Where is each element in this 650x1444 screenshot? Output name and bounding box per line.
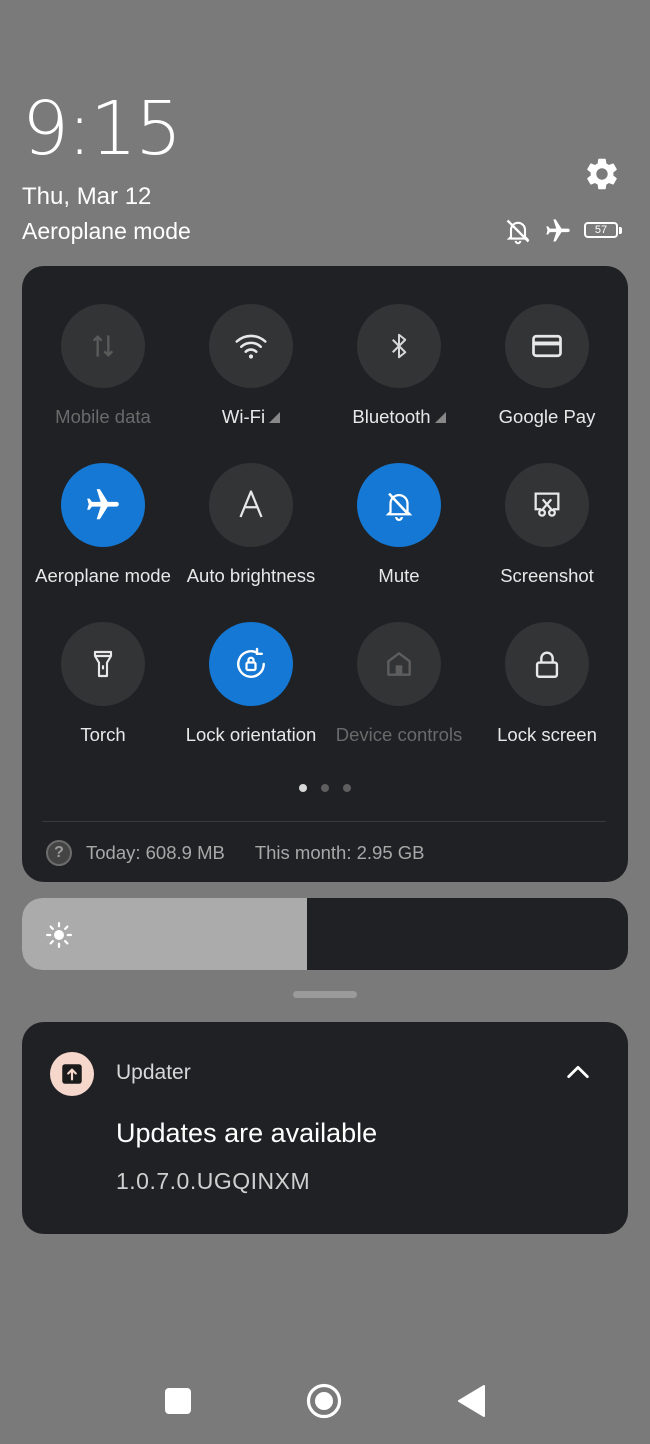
notification-title: Updates are available (116, 1118, 378, 1148)
quick-settings-panel: Mobile data Wi-Fi Bluetooth Google Pay A… (22, 266, 628, 882)
chevron-up-icon[interactable] (562, 1058, 594, 1086)
tile-label: Auto brightness (186, 565, 316, 586)
divider (42, 821, 606, 822)
battery-level: 57 (584, 222, 618, 238)
tile-label: Device controls (335, 724, 463, 745)
tile-label: Mute (378, 565, 420, 586)
bluetooth-icon (357, 304, 441, 388)
airplane-icon (546, 219, 570, 242)
tile-label: Screenshot (500, 565, 594, 586)
notification-app-name: Updater (116, 1061, 191, 1084)
tile-torch[interactable]: Torch (28, 622, 178, 752)
torch-icon (61, 622, 145, 706)
tile-screenshot[interactable]: Screenshot (472, 463, 622, 593)
home-icon (357, 622, 441, 706)
card-icon (505, 304, 589, 388)
mobile-data-icon (61, 304, 145, 388)
updater-app-icon (50, 1052, 94, 1096)
tile-bluetooth[interactable]: Bluetooth (324, 304, 474, 434)
tile-device-controls[interactable]: Device controls (324, 622, 474, 752)
mute-icon (506, 219, 530, 245)
tile-aeroplane-mode[interactable]: Aeroplane mode (28, 463, 178, 593)
rotation-lock-icon (209, 622, 293, 706)
airplane-icon (61, 463, 145, 547)
signal-indicator-icon (269, 412, 281, 423)
data-usage-month: This month: 2.95 GB (254, 842, 425, 863)
tile-mobile-data[interactable]: Mobile data (28, 304, 178, 434)
notification-text: 1.0.7.0.UGQINXM (116, 1168, 311, 1194)
tile-label: Lock screen (497, 724, 597, 745)
clock[interactable]: 9:15 (22, 92, 182, 166)
battery-icon: 57 (584, 222, 624, 240)
tile-label: Mobile data (55, 406, 151, 427)
page-dot-active (299, 784, 307, 792)
help-icon: ? (46, 840, 72, 866)
tile-auto-brightness[interactable]: Auto brightness (176, 463, 326, 593)
notification-card[interactable]: Updater Updates are available 1.0.7.0.UG… (22, 1022, 628, 1234)
brightness-slider[interactable] (22, 898, 628, 970)
data-usage-row[interactable]: ? Today: 608.9 MB This month: 2.95 GB (46, 838, 425, 868)
date[interactable]: Thu, Mar 12 (22, 183, 151, 211)
page-dot (321, 784, 329, 792)
status-bar-icons: 57 (504, 216, 624, 246)
tile-wifi[interactable]: Wi-Fi (176, 304, 326, 434)
network-mode: Aeroplane mode (22, 218, 191, 244)
page-dot (343, 784, 351, 792)
wifi-icon (209, 304, 293, 388)
lock-icon (505, 622, 589, 706)
tile-label: Wi-Fi (221, 406, 266, 427)
tile-lock-screen[interactable]: Lock screen (472, 622, 622, 752)
brightness-icon (46, 922, 72, 948)
tile-label: Aeroplane mode (35, 565, 171, 586)
data-usage-today: Today: 608.9 MB (86, 842, 225, 863)
tile-label: Bluetooth (352, 406, 431, 427)
gear-icon[interactable] (583, 155, 621, 193)
back-button[interactable] (456, 1384, 486, 1418)
page-indicator (22, 784, 628, 792)
tile-label: Torch (80, 724, 126, 745)
tile-label: Lock orientation (185, 724, 317, 745)
tile-label: Google Pay (498, 406, 596, 427)
home-button[interactable] (306, 1383, 342, 1419)
tile-lock-orientation[interactable]: Lock orientation (176, 622, 326, 752)
tile-mute[interactable]: Mute (324, 463, 474, 593)
mute-icon (357, 463, 441, 547)
signal-indicator-icon (434, 412, 446, 423)
auto-brightness-icon (209, 463, 293, 547)
screenshot-icon (505, 463, 589, 547)
drag-handle[interactable] (293, 991, 357, 998)
recents-button[interactable] (165, 1388, 191, 1414)
tile-google-pay[interactable]: Google Pay (472, 304, 622, 434)
